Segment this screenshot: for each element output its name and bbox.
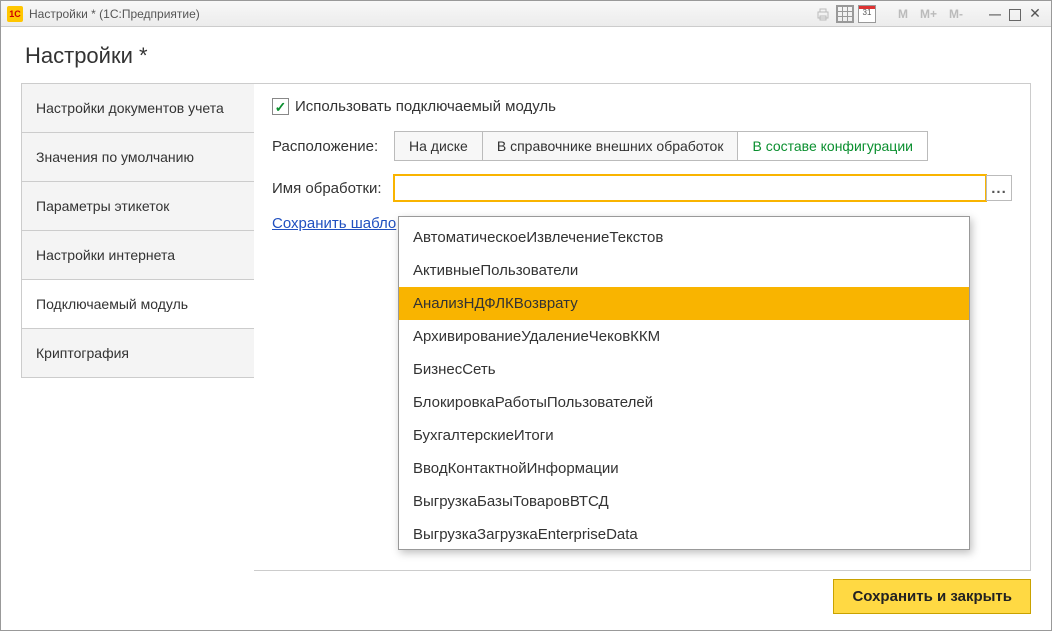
use-module-row: Использовать подключаемый модуль [272, 98, 1012, 115]
dropdown-item[interactable]: БлокировкаРаботыПользователей [399, 386, 969, 419]
processing-name-input[interactable] [394, 175, 986, 201]
window-title: Настройки * (1С:Предприятие) [29, 7, 814, 21]
dropdown-item[interactable]: ВыгрузкаБазыТоваровВТСД [399, 485, 969, 518]
close-icon[interactable] [1025, 4, 1045, 24]
calendar-icon[interactable]: 31 [858, 5, 876, 23]
dropdown-item[interactable]: ВыгрузкаЗагрузкаEnterpriseData [399, 518, 969, 549]
memory-mplus-icon[interactable]: M+ [916, 4, 941, 24]
sidebar-item-cryptography[interactable]: Криптография [21, 328, 255, 378]
memory-m-icon[interactable]: M [894, 4, 912, 24]
app-icon: 1C [7, 6, 23, 22]
titlebar: 1C Настройки * (1С:Предприятие) 31 M M+ … [1, 1, 1051, 27]
maximize-icon[interactable] [1009, 9, 1021, 21]
save-template-link[interactable]: Сохранить шабло [272, 215, 396, 232]
sidebar-item-defaults[interactable]: Значения по умолчанию [21, 132, 255, 181]
memory-mminus-icon[interactable]: M- [945, 4, 967, 24]
use-module-checkbox[interactable] [272, 98, 289, 115]
sidebar-item-plugin-module[interactable]: Подключаемый модуль [21, 279, 255, 328]
footer: Сохранить и закрыть [21, 571, 1031, 614]
location-tab-disk[interactable]: На диске [394, 131, 483, 161]
location-row: Расположение: На диске В справочнике вне… [272, 131, 1012, 161]
dropdown-item-highlighted[interactable]: АнализНДФЛКВозврату [399, 287, 969, 320]
grid-icon[interactable] [836, 5, 854, 23]
sidebar: Настройки документов учета Значения по у… [21, 83, 255, 571]
processing-name-dropdown: АвтоматическоеИзвлечениеТекстов Активные… [398, 216, 970, 550]
sidebar-item-labels[interactable]: Параметры этикеток [21, 181, 255, 230]
save-and-close-button[interactable]: Сохранить и закрыть [833, 579, 1031, 614]
dropdown-item[interactable]: АктивныеПользователи [399, 254, 969, 287]
dropdown-list[interactable]: АвтоматическоеИзвлечениеТекстов Активные… [399, 217, 969, 549]
processing-name-row: Имя обработки: ... [272, 175, 1012, 201]
page-title: Настройки * [25, 43, 1027, 69]
location-label: Расположение: [272, 138, 386, 155]
sidebar-item-internet[interactable]: Настройки интернета [21, 230, 255, 279]
processing-name-more-button[interactable]: ... [986, 175, 1012, 201]
location-tabs: На диске В справочнике внешних обработок… [394, 131, 928, 161]
location-tab-catalog[interactable]: В справочнике внешних обработок [482, 131, 739, 161]
processing-name-input-wrap: ... [394, 175, 1012, 201]
dropdown-item[interactable]: АрхивированиеУдалениеЧековККМ [399, 320, 969, 353]
dropdown-item[interactable]: АвтоматическоеИзвлечениеТекстов [399, 221, 969, 254]
location-tab-config[interactable]: В составе конфигурации [737, 131, 928, 161]
dropdown-item[interactable]: ВводКонтактнойИнформации [399, 452, 969, 485]
dropdown-item[interactable]: БухгалтерскиеИтоги [399, 419, 969, 452]
processing-name-label: Имя обработки: [272, 180, 386, 197]
dropdown-item[interactable]: БизнесСеть [399, 353, 969, 386]
sidebar-item-documents[interactable]: Настройки документов учета [21, 83, 255, 132]
use-module-label: Использовать подключаемый модуль [295, 98, 556, 115]
content-area: Настройки * Настройки документов учета З… [1, 27, 1051, 630]
minimize-icon[interactable] [985, 4, 1005, 24]
titlebar-tools: 31 M M+ M- [814, 4, 1045, 24]
app-window: 1C Настройки * (1С:Предприятие) 31 M M+ … [0, 0, 1052, 631]
print-icon[interactable] [814, 5, 832, 23]
